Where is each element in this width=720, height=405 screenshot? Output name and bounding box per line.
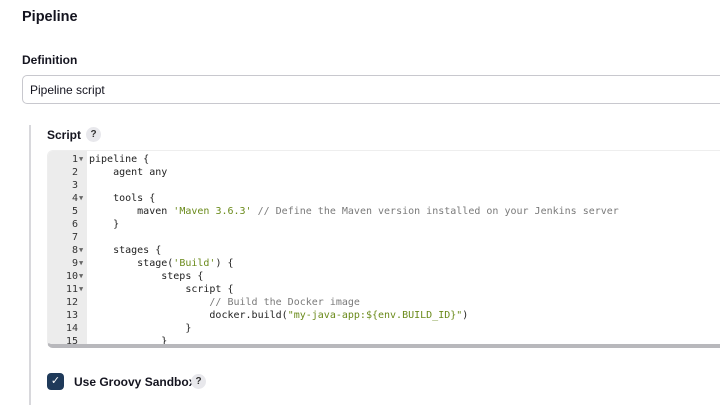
code-token: } xyxy=(89,219,120,230)
code-token: agent any xyxy=(89,167,168,178)
code-token: steps { xyxy=(89,271,204,282)
fold-arrow-icon[interactable]: ▼ xyxy=(79,257,83,270)
code-token: pipeline { xyxy=(89,154,150,165)
line-number: 9 xyxy=(71,258,78,269)
code-line[interactable]: agent any xyxy=(89,166,167,179)
sandbox-label: Use Groovy Sandbox xyxy=(74,375,196,389)
line-number: 15 xyxy=(65,336,78,347)
code-line[interactable]: } xyxy=(89,335,168,347)
line-number: 8 xyxy=(71,245,78,256)
line-number: 13 xyxy=(65,310,78,321)
line-number: 14 xyxy=(65,323,78,334)
code-line[interactable]: } xyxy=(89,218,119,231)
code-token: // Build the Docker image xyxy=(89,297,360,308)
code-token: } xyxy=(89,336,168,347)
section-divider xyxy=(29,125,31,405)
line-number: 11 xyxy=(65,284,78,295)
code-token: 'Build' xyxy=(173,258,216,269)
code-token: // Define the Maven version installed on… xyxy=(251,206,619,217)
page-title: Pipeline xyxy=(22,9,78,25)
fold-arrow-icon[interactable]: ▼ xyxy=(79,153,83,166)
code-token: ) { xyxy=(215,258,234,269)
code-line[interactable]: tools { xyxy=(89,192,155,205)
sandbox-checkbox[interactable]: ✓ xyxy=(47,373,64,390)
line-number: 7 xyxy=(71,232,78,243)
code-line[interactable]: docker.build("my-java-app:${env.BUILD_ID… xyxy=(89,309,468,322)
script-label: Script xyxy=(47,128,82,142)
sandbox-help-icon[interactable]: ? xyxy=(191,374,206,389)
script-help-icon[interactable]: ? xyxy=(86,127,101,142)
code-line[interactable]: // Build the Docker image xyxy=(89,296,360,309)
code-token: docker.build( xyxy=(89,310,288,321)
code-line[interactable]: steps { xyxy=(89,270,203,283)
code-token: "my-java-app:${env.BUILD_ID}" xyxy=(287,310,463,321)
code-token: ) xyxy=(462,310,469,321)
fold-arrow-icon[interactable]: ▼ xyxy=(79,283,83,296)
line-number: 4 xyxy=(71,193,78,204)
code-token: maven xyxy=(89,206,174,217)
code-token: tools { xyxy=(89,193,156,204)
code-line[interactable]: pipeline { xyxy=(89,153,149,166)
definition-label: Definition xyxy=(22,53,78,67)
code-token: } xyxy=(89,323,192,334)
fold-arrow-icon[interactable]: ▼ xyxy=(79,270,83,283)
line-number: 3 xyxy=(71,180,78,191)
fold-arrow-icon[interactable]: ▼ xyxy=(79,244,83,257)
line-number: 6 xyxy=(71,219,78,230)
definition-select[interactable]: Pipeline script xyxy=(22,75,720,104)
code-line[interactable]: stages { xyxy=(89,244,161,257)
script-editor[interactable]: 1 ▼ pipeline {2 agent any 3 4 ▼ tools {5 mave… xyxy=(47,150,720,348)
line-number: 1 xyxy=(71,154,78,165)
code-token: stage( xyxy=(89,258,174,269)
line-number: 12 xyxy=(65,297,78,308)
code-token: 'Maven 3.6.3' xyxy=(173,206,252,217)
line-number: 5 xyxy=(71,206,78,217)
code-line[interactable]: stage('Build') { xyxy=(89,257,234,270)
line-number: 10 xyxy=(65,271,78,282)
code-line[interactable]: } xyxy=(89,322,191,335)
code-token: stages { xyxy=(89,245,162,256)
fold-arrow-icon[interactable]: ▼ xyxy=(79,192,83,205)
code-line[interactable]: script { xyxy=(89,283,234,296)
line-number: 2 xyxy=(71,167,78,178)
code-token: script { xyxy=(89,284,234,295)
code-line[interactable]: maven 'Maven 3.6.3' // Define the Maven … xyxy=(89,205,619,218)
